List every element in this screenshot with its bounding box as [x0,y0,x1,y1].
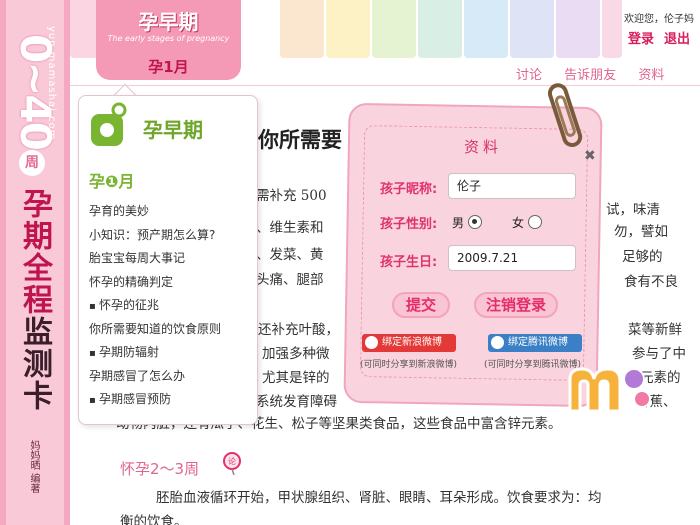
close-icon[interactable]: ✖ [584,148,596,164]
section-body: 衡的饮食。 [120,514,188,525]
menu-title: 孕早期 [143,118,203,142]
tab-color-7[interactable] [510,0,554,58]
spine-title-part1: 孕期全程 [17,188,52,316]
logout-button[interactable]: 退出 [664,28,690,47]
section-heading: 怀孕2～3周 [120,460,200,478]
spine-editor: 妈妈晒 编著 [28,440,39,494]
article-text: 足够的 [622,249,663,265]
gender-female-label: 女 [512,216,525,230]
pin-icon: 论 [223,452,241,475]
spine-title-part2: 监测卡 [17,316,52,412]
paper-clip-icon [548,83,583,148]
gender-female-radio[interactable] [528,215,542,229]
tab-early-pregnancy[interactable]: 孕早期 The early stages of pregnancy 孕1月 [96,0,241,80]
tab-color-8[interactable] [556,0,600,58]
tab-color-2[interactable] [280,0,324,58]
spine-url: yun.mamashai.com [46,26,57,141]
nav-link-tell-friends[interactable]: 告诉朋友 [564,68,616,83]
tab-color-1[interactable] [70,0,98,58]
nickname-input[interactable]: 伦子 [448,173,576,199]
tab-active-title: 孕早期 [138,10,199,34]
article-text: 头痛、腿部 [256,272,324,288]
menu-item[interactable]: 孕育的美妙 [89,200,221,224]
nickname-label: 孩子昵称: [380,182,438,197]
article-text: 、发菜、黄 [256,247,324,263]
tab-color-9[interactable] [602,0,622,58]
menu-subitem[interactable]: 孕期感冒预防 [89,388,221,412]
pacifier-icon [91,102,127,146]
tab-color-6[interactable] [464,0,508,58]
submit-button[interactable]: 提交 [392,292,450,318]
article-text: 尤其是锌的 [262,370,330,386]
tab-active-month[interactable]: 孕1月 [96,56,241,77]
gender-label: 孩子性别: [380,217,438,232]
sina-weibo-icon [365,336,378,349]
tab-active-subtitle: The early stages of pregnancy [107,34,230,43]
article-text: 需补充 500 [256,188,327,204]
login-button[interactable]: 登录 [628,28,654,47]
gender-male-label: 男 [452,216,465,230]
bind-tencent-label: 绑定腾讯微博 [508,337,568,348]
tab-color-3[interactable] [326,0,370,58]
article-text: 食有不良 [624,274,678,290]
menu-item[interactable]: 胎宝宝每周大事记 [89,247,221,271]
article-title: 你所需要 [258,128,342,152]
m-logo-icon [568,367,651,413]
article-text: 还补充叶酸， [258,322,339,338]
section-body: 胚胎血液循环开始，甲状腺组织、肾脏、眼睛、耳朵形成。饮食要求为：均 [156,490,602,506]
birthday-label: 孩子生日: [380,255,438,270]
chapter-menu: 孕早期 孕❶月 孕育的美妙 小知识：预产期怎么算? 胎宝宝每周大事记 怀孕的精确… [78,95,258,425]
article-text: 菜等新鲜 [628,322,682,338]
spine-week-badge: 周 [19,150,45,176]
tencent-weibo-icon [491,336,504,349]
bind-sina-note: (可同时分享到新浪微博) [360,360,458,370]
tab-color-4[interactable] [372,0,416,58]
top-nav: 讨论 告诉朋友 资料 [516,64,682,83]
birthday-input[interactable]: 2009.7.21 [448,245,576,271]
bind-tencent-button[interactable]: 绑定腾讯微博 [488,334,582,352]
nav-link-profile[interactable]: 资料 [638,68,664,83]
menu-month-heading: 孕❶月 [89,172,135,191]
svg-text:论: 论 [228,456,236,466]
spine-title: 孕期全程监测卡 [16,188,52,412]
bind-sina-button[interactable]: 绑定新浪微博 [362,334,456,352]
article-text: 、维生素和 [256,220,324,236]
header-divider [70,85,700,86]
menu-subitem[interactable]: 孕期防辐射 [89,341,221,365]
tab-color-5[interactable] [418,0,462,58]
menu-item[interactable]: 小知识：预产期怎么算? [89,224,221,248]
welcome-text: 欢迎您，伦子妈 [624,14,694,25]
menu-item[interactable]: 你所需要知道的饮食原则 [89,318,221,342]
article-text: 勿，譬如 [614,224,668,240]
article-text: 试，味清 [606,202,660,218]
menu-subitem[interactable]: 怀孕的征兆 [89,294,221,318]
side-spine: 0~40 周 yun.mamashai.com 孕期全程监测卡 妈妈晒 编著 [0,0,70,525]
menu-item[interactable]: 孕期感冒了怎么办 [89,365,221,389]
article-text: 系统发育障碍 [256,394,337,410]
logout-account-button[interactable]: 注销登录 [474,292,558,318]
nav-link-discuss[interactable]: 讨论 [516,68,542,83]
bind-sina-label: 绑定新浪微博 [382,337,442,348]
gender-male-radio[interactable] [468,215,482,229]
article-text: 加强多种微 [262,346,330,362]
dialog-title: 资料 [464,138,503,156]
menu-item[interactable]: 怀孕的精确判定 [89,271,221,295]
menu-list: 孕育的美妙 小知识：预产期怎么算? 胎宝宝每周大事记 怀孕的精确判定 怀孕的征兆… [89,200,221,412]
